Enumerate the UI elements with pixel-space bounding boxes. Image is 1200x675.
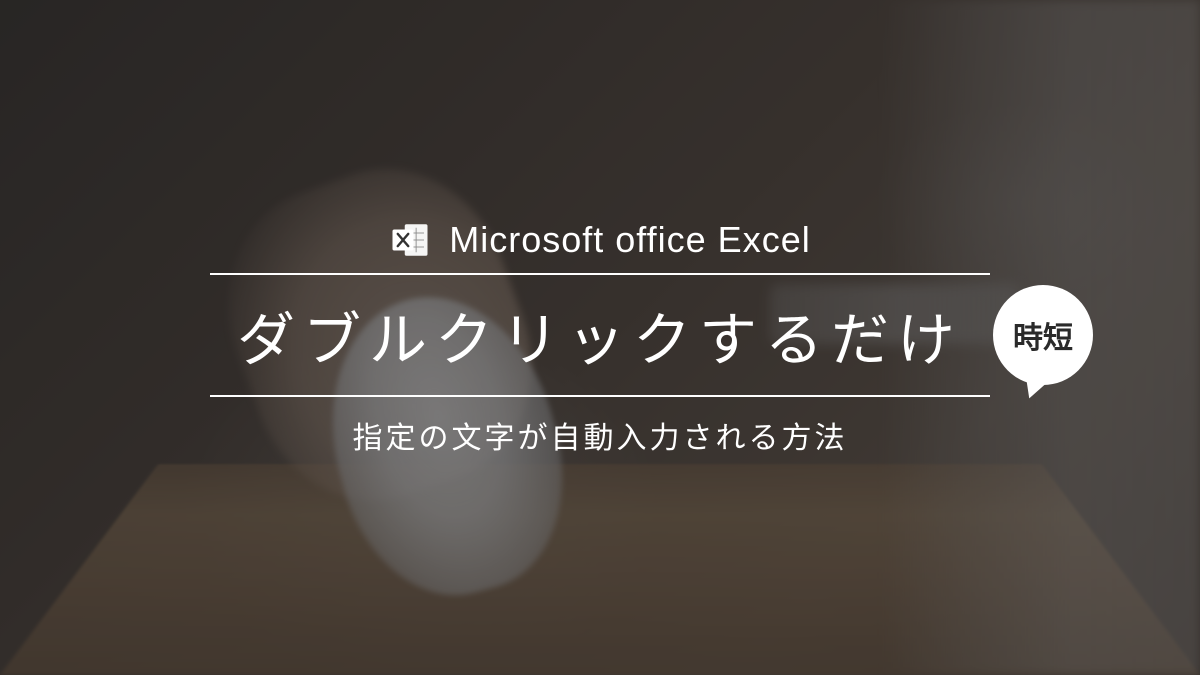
main-title: ダブルクリックするだけ [237,293,963,377]
main-title-row: ダブルクリックするだけ 時短 [237,275,963,395]
subtitle: 指定の文字が自動入力される方法 [353,413,848,457]
divider-bottom [210,395,990,397]
text-content: Microsoft office Excel ダブルクリックするだけ 時短 指定… [0,0,1200,675]
product-name: Microsoft office Excel [449,219,810,261]
badge-container: 時短 [993,285,1093,385]
badge-text: 時短 [1013,313,1073,357]
header-row: Microsoft office Excel [389,219,810,261]
speech-bubble-icon: 時短 [993,285,1093,385]
excel-icon [389,219,431,261]
